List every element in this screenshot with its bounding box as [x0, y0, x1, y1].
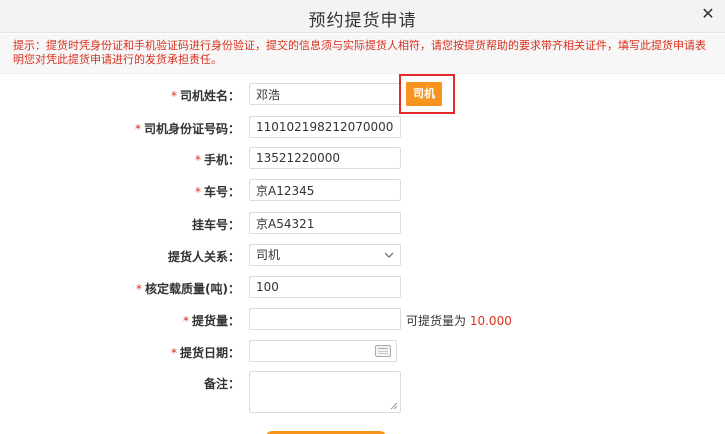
driver-select-button[interactable]: 司机 — [406, 82, 442, 106]
relation-select[interactable]: 司机 — [249, 244, 401, 266]
remarks-label: 备注： — [203, 377, 240, 391]
phone-label: * 手机： — [0, 151, 240, 168]
rated-load-label-text: 核定载质量(吨)： — [145, 282, 240, 296]
calendar-icon[interactable] — [375, 345, 391, 357]
relation-label: 提货人关系： — [167, 250, 240, 264]
rated-load-label: * 核定载质量(吨)： — [0, 280, 240, 297]
required-mark: * — [194, 185, 201, 199]
trailer-number-label: 挂车号： — [191, 218, 240, 232]
driver-name-row: * 司机姓名： — [0, 83, 725, 105]
phone-row: * 手机： — [0, 147, 725, 169]
required-mark: * — [170, 89, 177, 103]
rated-load-row: * 核定载质量(吨)： — [0, 276, 725, 298]
id-number-label-text: 司机身份证号码： — [143, 122, 240, 136]
available-value: 10.000 — [469, 314, 512, 328]
resize-grip-icon[interactable] — [390, 402, 398, 410]
driver-name-label: * 司机姓名： — [0, 87, 240, 104]
close-icon[interactable]: ✕ — [700, 6, 716, 22]
available-amount-text: 可提货量为 10.000 — [406, 312, 512, 329]
chevron-down-icon — [384, 252, 394, 258]
relation-selected-value: 司机 — [256, 248, 281, 262]
phone-label-text: 手机： — [203, 153, 240, 167]
remarks-textarea[interactable] — [249, 371, 401, 413]
dialog-titlebar: 预约提货申请 ✕ — [0, 0, 725, 33]
available-prefix: 可提货量为 — [406, 314, 467, 328]
trailer-number-row: 挂车号： — [0, 212, 725, 234]
driver-name-label-text: 司机姓名： — [179, 89, 240, 103]
id-number-label: * 司机身份证号码： — [0, 120, 240, 137]
car-number-label: * 车号： — [0, 183, 240, 200]
dialog-title: 预约提货申请 — [308, 11, 417, 31]
phone-input[interactable] — [249, 147, 401, 169]
required-mark: * — [170, 346, 177, 360]
pickup-date-label: * 提货日期： — [0, 344, 240, 361]
required-mark: * — [134, 122, 141, 136]
pickup-amount-label: * 提货量： — [0, 312, 240, 329]
pickup-date-input[interactable] — [249, 340, 397, 362]
required-mark: * — [194, 153, 201, 167]
id-number-row: * 司机身份证号码： — [0, 116, 725, 138]
car-number-label-text: 车号： — [203, 185, 240, 199]
pickup-date-row: * 提货日期： — [0, 340, 725, 362]
required-mark: * — [182, 314, 189, 328]
driver-name-input[interactable] — [249, 83, 401, 105]
id-number-input[interactable] — [249, 116, 401, 138]
pickup-amount-row: * 提货量： 可提货量为 10.000 — [0, 308, 725, 330]
relation-row: 提货人关系： 司机 — [0, 244, 725, 266]
pickup-date-label-text: 提货日期： — [179, 346, 240, 360]
car-number-input[interactable] — [249, 179, 401, 201]
pickup-amount-label-text: 提货量： — [191, 314, 240, 328]
remarks-row: 备注： — [0, 371, 725, 415]
car-number-row: * 车号： — [0, 179, 725, 201]
required-mark: * — [136, 282, 143, 296]
notice-banner: 提示：提货时凭身份证和手机验证码进行身份验证，提交的信息须与实际提货人相符，请您… — [0, 34, 725, 74]
rated-load-input[interactable] — [249, 276, 401, 298]
pickup-amount-input[interactable] — [249, 308, 401, 330]
trailer-number-input[interactable] — [249, 212, 401, 234]
